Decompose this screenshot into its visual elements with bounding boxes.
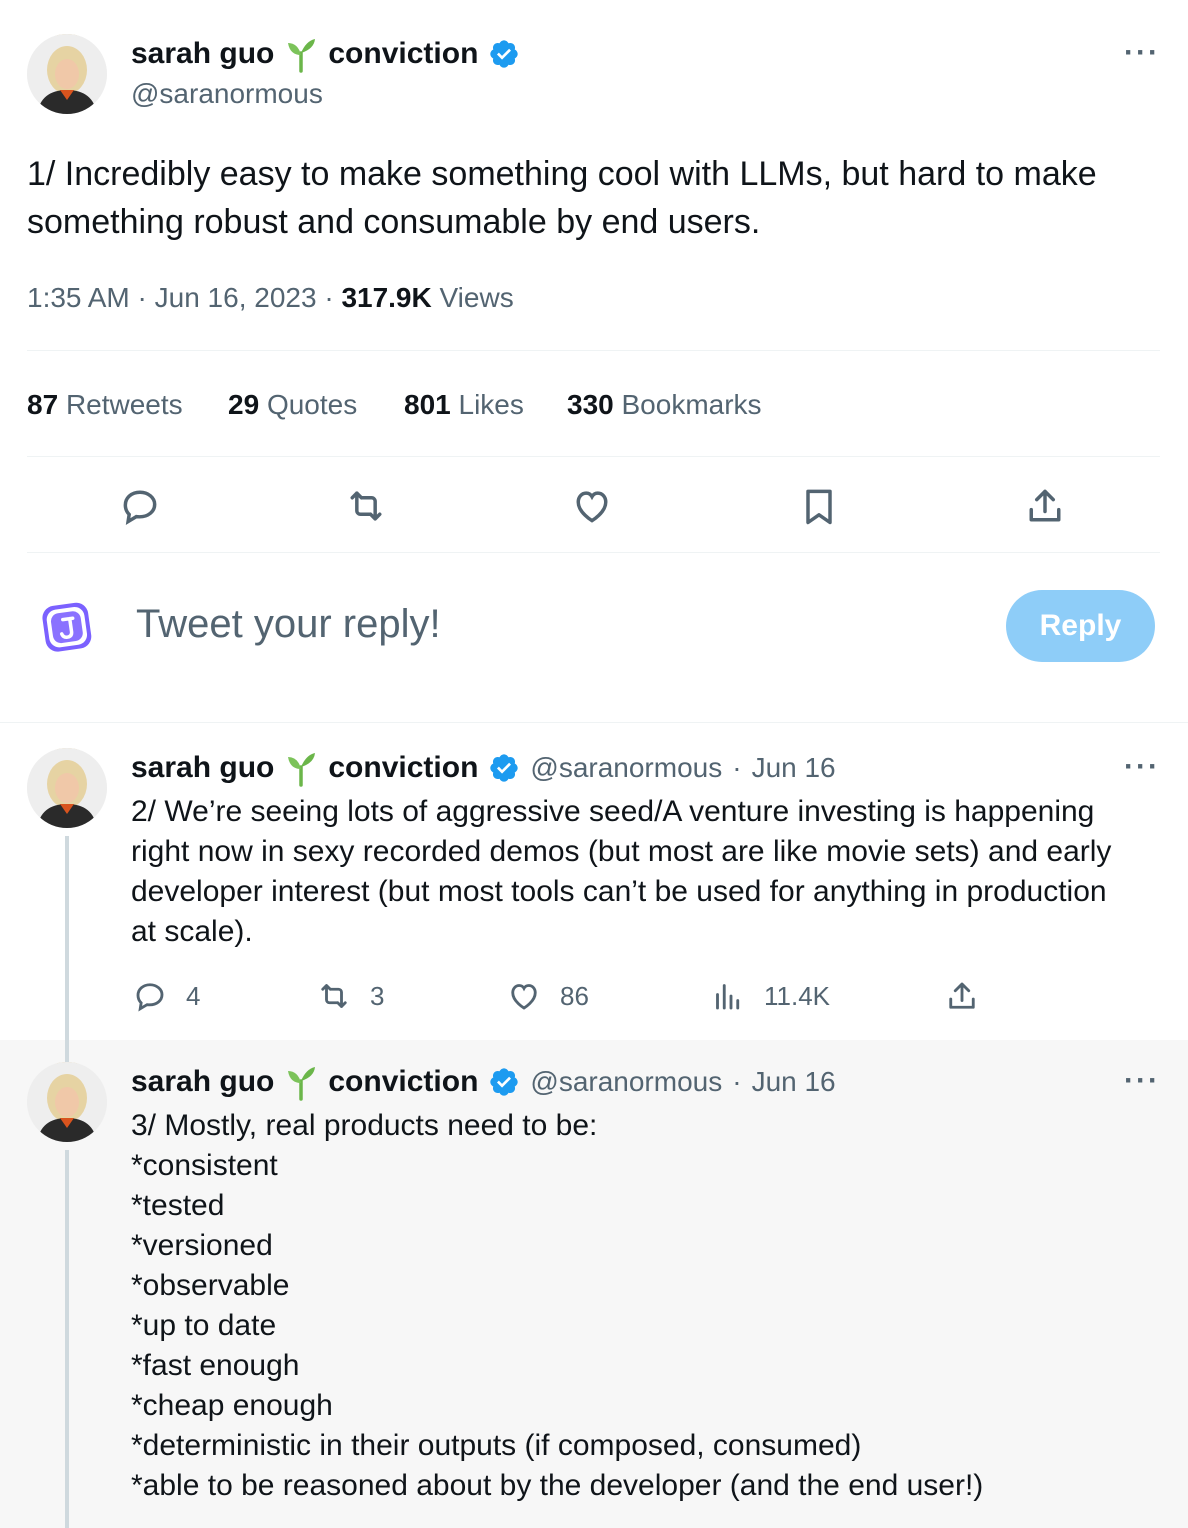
tweet-text: 1/ Incredibly easy to make something coo… (27, 155, 1097, 241)
like-icon[interactable] (570, 484, 614, 528)
views-count: 11.4K (764, 980, 831, 1011)
author-name[interactable]: sarah guo (131, 1065, 274, 1099)
reply-input[interactable]: Tweet your reply! (136, 602, 441, 647)
more-options-icon[interactable]: ··· (1124, 1064, 1160, 1098)
tweet-date[interactable]: Jun 16 (752, 1066, 836, 1098)
reply-action[interactable]: 4 (132, 978, 200, 1014)
sprout-icon (284, 1063, 318, 1101)
author-handle[interactable]: @saranormous (131, 78, 323, 110)
retweet-count: 3 (370, 980, 385, 1011)
author-org[interactable]: conviction (328, 1065, 478, 1099)
views-label: Views (439, 282, 514, 313)
reply-icon[interactable] (118, 484, 162, 528)
author-handle[interactable]: @saranormous (530, 752, 722, 784)
verified-badge-icon (488, 38, 520, 70)
views-count: 317.9K (341, 282, 432, 313)
retweets-stat[interactable]: 87 Retweets (27, 389, 183, 421)
analytics-icon (716, 984, 740, 1010)
quotes-stat[interactable]: 29 Quotes (228, 389, 357, 421)
more-options-icon[interactable]: ··· (1124, 36, 1160, 70)
retweet-icon[interactable] (344, 484, 388, 528)
tweet-meta: 1:35 AM · Jun 16, 2023 · 317.9K Views (27, 282, 514, 313)
author-avatar[interactable] (27, 34, 107, 114)
verified-badge-icon (488, 752, 520, 784)
like-count: 86 (560, 980, 589, 1011)
reply-button[interactable]: Reply (1006, 590, 1155, 662)
reply-count: 4 (186, 980, 201, 1011)
tweet-text: 2/ We’re seeing lots of aggressive seed/… (131, 795, 1112, 948)
author-org[interactable]: conviction (328, 751, 478, 785)
author-name[interactable]: sarah guo (131, 37, 274, 71)
retweet-action[interactable]: 3 (316, 978, 384, 1014)
share-icon[interactable] (1023, 484, 1067, 528)
sprout-icon (284, 749, 318, 787)
author-org[interactable]: conviction (328, 37, 478, 71)
author-name[interactable]: sarah guo (131, 751, 274, 785)
verified-badge-icon (488, 1066, 520, 1098)
author-avatar[interactable] (27, 748, 107, 828)
tweet-text: 3/ Mostly, real products need to be: *co… (131, 1109, 984, 1502)
thread-line (65, 1150, 69, 1528)
thread-line (65, 1040, 69, 1062)
likes-stat[interactable]: 801 Likes (404, 389, 524, 421)
like-action[interactable]: 86 (506, 978, 589, 1014)
bookmarks-stat[interactable]: 330 Bookmarks (567, 389, 762, 421)
thread-line (65, 836, 69, 1052)
tweet-date[interactable]: Jun 16, 2023 (155, 282, 317, 313)
sprout-icon (284, 35, 318, 73)
views-action[interactable]: 11.4K (710, 978, 830, 1014)
tweet-date[interactable]: Jun 16 (752, 752, 836, 784)
author-handle[interactable]: @saranormous (530, 1066, 722, 1098)
more-options-icon[interactable]: ··· (1124, 750, 1160, 784)
tweet-time[interactable]: 1:35 AM (27, 282, 130, 313)
author-avatar[interactable] (27, 1062, 107, 1142)
bookmark-icon[interactable] (797, 484, 841, 528)
reply-app-logo-icon (40, 600, 96, 658)
share-action[interactable] (944, 978, 980, 1014)
